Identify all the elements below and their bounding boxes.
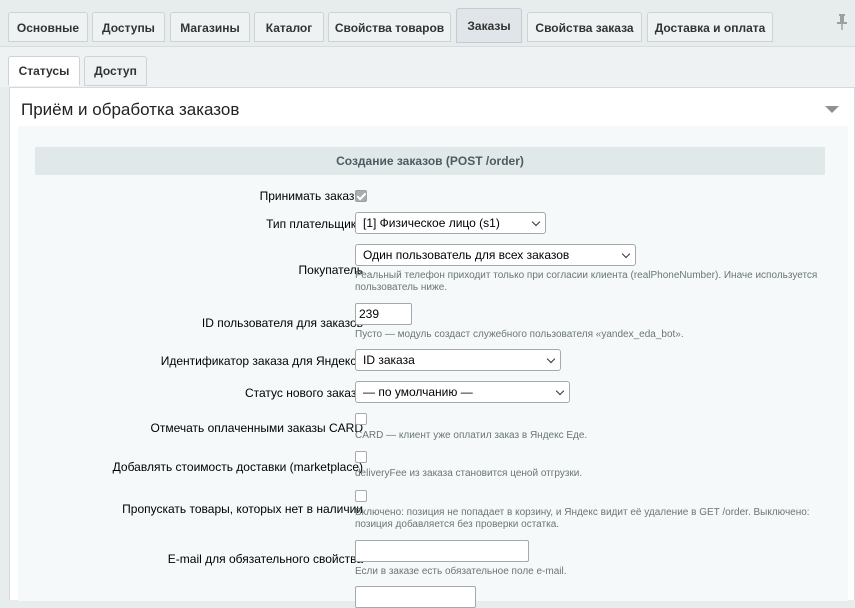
- top-tab-bar: Основные Доступы Магазины Каталог Свойст…: [0, 0, 855, 46]
- buyer-hint-line-1: Реальный телефон приходит только при сог…: [355, 270, 818, 281]
- next-field-input[interactable]: [355, 586, 476, 608]
- skip-missing-label: Пропускать товары, которых нет в наличии: [122, 502, 363, 516]
- chevron-down-icon: [546, 354, 556, 364]
- skip-missing-hint-line-2: позиция добавляется без проверки остатка…: [355, 519, 560, 530]
- tab-main[interactable]: Основные: [8, 12, 88, 42]
- email-input[interactable]: [355, 540, 529, 562]
- user-id-input[interactable]: 239: [355, 303, 412, 325]
- tab-catalog[interactable]: Каталог: [254, 12, 324, 42]
- settings-form: Создание заказов (POST /order) Принимать…: [18, 126, 848, 608]
- subtab-access[interactable]: Доступ: [84, 56, 147, 86]
- chevron-down-icon: [555, 386, 565, 396]
- email-hint: Если в заказе есть обязательное поле e-m…: [355, 566, 567, 577]
- payer-type-value: [1] Физическое лицо (s1): [363, 216, 500, 230]
- skip-missing-checkbox[interactable]: [355, 490, 367, 502]
- sub-tab-bar: Статусы Доступ: [0, 46, 855, 87]
- payer-type-select[interactable]: [1] Физическое лицо (s1): [355, 212, 546, 234]
- delivery-cost-checkbox[interactable]: [355, 451, 367, 463]
- user-id-label: ID пользователя для заказов: [201, 316, 363, 330]
- group-header: Создание заказов (POST /order): [35, 147, 825, 175]
- collapse-icon[interactable]: [825, 106, 839, 113]
- tab-product-properties[interactable]: Свойства товаров: [328, 12, 451, 42]
- skip-missing-hint-line-1: Включено: позиция не попадает в корзину,…: [355, 507, 810, 518]
- new-order-status-select[interactable]: — по умолчанию —: [355, 381, 570, 403]
- settings-panel: Приём и обработка заказов Создание заказ…: [9, 87, 855, 608]
- pin-icon[interactable]: [836, 14, 848, 30]
- paid-card-checkbox[interactable]: [355, 413, 367, 425]
- section-title: Приём и обработка заказов: [21, 100, 240, 119]
- order-id-select[interactable]: ID заказа: [355, 349, 561, 371]
- tab-delivery-payment[interactable]: Доставка и оплата: [647, 12, 773, 42]
- order-id-value: ID заказа: [363, 353, 415, 367]
- new-order-status-value: — по умолчанию —: [363, 385, 473, 399]
- tab-stores[interactable]: Магазины: [170, 12, 250, 42]
- paid-card-label: Отмечать оплаченными заказы CARD: [150, 421, 363, 435]
- subtab-statuses[interactable]: Статусы: [8, 56, 80, 86]
- accept-orders-label: Принимать заказы: [259, 189, 363, 203]
- accept-orders-checkbox[interactable]: [355, 190, 367, 202]
- payer-type-label: Тип плательщика: [266, 217, 363, 231]
- buyer-label: Покупатель: [298, 263, 363, 277]
- buyer-hint-line-2: пользователь ниже.: [355, 282, 448, 293]
- tab-access[interactable]: Доступы: [92, 12, 165, 42]
- skip-missing-hint: Включено: позиция не попадает в корзину,…: [355, 507, 810, 531]
- delivery-cost-label: Добавлять стоимость доставки (marketplac…: [112, 460, 363, 474]
- email-label: E-mail для обязательного свойства: [167, 552, 363, 566]
- chevron-down-icon: [531, 217, 541, 227]
- user-id-hint: Пусто — модуль создаст служебного пользо…: [355, 329, 684, 340]
- paid-card-hint: CARD — клиент уже оплатил заказ в Яндекс…: [355, 430, 588, 441]
- order-id-label: Идентификатор заказа для Яндекса: [160, 354, 363, 368]
- delivery-cost-hint: deliveryFee из заказа становится ценой о…: [355, 468, 583, 479]
- tab-order-properties[interactable]: Свойства заказа: [527, 12, 642, 42]
- new-order-status-label: Статус нового заказа: [244, 386, 363, 400]
- buyer-value: Один пользователь для всех заказов: [363, 248, 570, 262]
- tab-orders[interactable]: Заказы: [456, 8, 522, 43]
- buyer-select[interactable]: Один пользователь для всех заказов: [355, 244, 636, 266]
- chevron-down-icon: [621, 249, 631, 259]
- buyer-hint: Реальный телефон приходит только при сог…: [355, 270, 817, 294]
